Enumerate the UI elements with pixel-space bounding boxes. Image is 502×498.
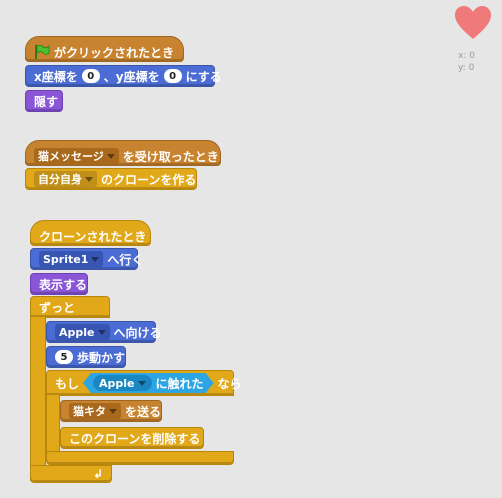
chevron-down-icon xyxy=(109,408,117,414)
point-target-value: Apple xyxy=(59,325,95,339)
hide-block[interactable]: 隠す xyxy=(25,90,63,112)
create-clone-block[interactable]: 自分自身 のクローンを作る xyxy=(25,168,197,190)
create-clone-label: のクローンを作る xyxy=(101,172,197,187)
if-label: もし xyxy=(55,376,80,391)
goto-end-label: にする xyxy=(185,69,222,84)
goto-target-dropdown[interactable]: Sprite1 xyxy=(39,251,104,267)
touching-predicate[interactable]: Apple に触れた xyxy=(83,373,214,393)
receive-label: を受け取ったとき xyxy=(122,149,219,164)
chevron-down-icon xyxy=(106,153,115,159)
point-target-dropdown[interactable]: Apple xyxy=(55,324,110,340)
if-arm xyxy=(46,395,60,453)
message-dropdown[interactable]: 猫メッセージ xyxy=(34,148,119,164)
when-flag-clicked-hat[interactable]: がクリックされたとき xyxy=(25,36,184,62)
forever-label: ずっと xyxy=(39,300,76,315)
show-block[interactable]: 表示する xyxy=(30,273,88,295)
goto-x-label: x座標を xyxy=(34,69,78,84)
point-towards-block[interactable]: Apple へ向ける xyxy=(46,321,162,343)
broadcast-message-dropdown[interactable]: 猫キタ xyxy=(69,403,121,419)
touching-target-value: Apple xyxy=(99,376,135,390)
goto-xy-block[interactable]: x座標を 0 、y座標を 0 にする xyxy=(25,65,222,87)
x-coordinate-readout: x: 0 xyxy=(458,51,475,61)
forever-block[interactable]: ずっと xyxy=(30,296,110,318)
goto-target-value: Sprite1 xyxy=(43,252,89,266)
point-label: へ向ける xyxy=(113,325,162,340)
delete-clone-block[interactable]: このクローンを削除する xyxy=(60,427,204,449)
green-flag-icon xyxy=(35,45,50,59)
steps-input[interactable]: 5 xyxy=(55,350,73,364)
clone-target-dropdown[interactable]: 自分自身 xyxy=(34,171,97,187)
y-coordinate-readout: y: 0 xyxy=(458,63,475,73)
broadcast-label: を送る xyxy=(125,404,162,419)
loop-arrow-icon: ↲ xyxy=(92,467,103,481)
broadcast-block[interactable]: 猫キタ を送る xyxy=(60,400,162,422)
clone-target-value: 自分自身 xyxy=(38,173,82,186)
show-label: 表示する xyxy=(39,277,88,292)
clone-hat-label: クローンされたとき xyxy=(39,229,147,244)
hat-label: がクリックされたとき xyxy=(54,45,175,60)
chevron-down-icon xyxy=(85,176,93,182)
forever-bottom: ↲ xyxy=(30,465,112,483)
when-receive-hat[interactable]: 猫メッセージ を受け取ったとき xyxy=(25,140,221,166)
goto-label: へ行く xyxy=(107,252,144,267)
goto-y-label: 、y座標を xyxy=(103,69,160,84)
move-label: 歩動かす xyxy=(77,350,126,365)
delete-clone-label: このクローンを削除する xyxy=(69,431,201,446)
go-to-block[interactable]: Sprite1 へ行く xyxy=(30,248,143,270)
when-start-as-clone-hat[interactable]: クローンされたとき xyxy=(30,220,151,246)
chevron-down-icon xyxy=(91,256,100,262)
chevron-down-icon xyxy=(138,381,146,386)
broadcast-message-value: 猫キタ xyxy=(73,405,106,418)
forever-arm xyxy=(30,317,46,481)
message-dropdown-value: 猫メッセージ xyxy=(38,150,104,163)
move-steps-block[interactable]: 5 歩動かす xyxy=(46,346,126,368)
heart-icon[interactable] xyxy=(455,6,491,40)
touching-label: に触れた xyxy=(155,376,204,391)
if-block[interactable]: もし Apple に触れた なら xyxy=(46,370,242,396)
chevron-down-icon xyxy=(97,329,106,335)
then-label: なら xyxy=(217,376,242,391)
hide-label: 隠す xyxy=(34,94,59,109)
x-value-input[interactable]: 0 xyxy=(81,69,100,83)
y-value-input[interactable]: 0 xyxy=(163,69,182,83)
if-bottom xyxy=(46,451,234,465)
touching-target-dropdown[interactable]: Apple xyxy=(93,375,152,391)
